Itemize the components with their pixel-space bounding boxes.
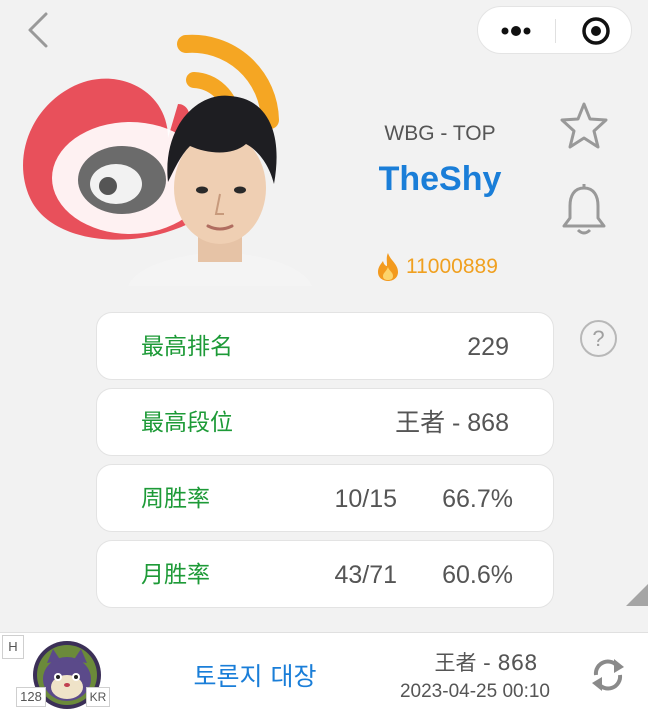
star-icon <box>560 102 608 149</box>
close-button[interactable] <box>556 7 633 55</box>
stat-label: 最高段位 <box>141 410 233 436</box>
account-bar[interactable]: H 128 KR 토론지 대장 王者 - 868 2023-04-25 00:1… <box>0 632 648 720</box>
more-button[interactable] <box>478 7 555 55</box>
stat-rate: 60.6% <box>442 561 513 589</box>
level-badge: 128 <box>16 687 46 707</box>
summoner-name[interactable]: 토론지 대장 <box>160 633 350 720</box>
heat-score: 11000889 <box>376 250 498 284</box>
refresh-icon <box>592 659 624 691</box>
player-photo <box>128 86 312 286</box>
account-updated: 2023-04-25 00:10 <box>399 681 550 702</box>
region-badge: KR <box>86 687 110 707</box>
server-badge: H <box>2 635 24 659</box>
stat-record: 43/71 <box>334 561 397 589</box>
fire-icon <box>378 253 398 281</box>
account-rank: 王者 - 868 <box>434 651 538 675</box>
stat-label: 最高排名 <box>141 334 233 360</box>
stat-label: 周胜率 <box>141 486 210 512</box>
stat-value: 王者 - 868 <box>395 409 509 437</box>
notify-button[interactable] <box>560 182 608 238</box>
team-position: WBG - TOP <box>384 122 496 145</box>
stat-card-monthly-winrate: 月胜率 43/71 60.6% <box>96 540 554 608</box>
favorite-button[interactable] <box>558 100 610 152</box>
help-button[interactable]: ? <box>580 320 617 357</box>
bell-icon <box>562 184 606 235</box>
player-name: TheShy <box>378 160 502 198</box>
more-dots-icon <box>501 26 531 36</box>
resize-corner-icon <box>626 584 648 606</box>
mini-program-capsule <box>477 6 632 54</box>
stat-card-peak-rank: 最高排名 229 <box>96 312 554 380</box>
stat-card-weekly-winrate: 周胜率 10/15 66.7% <box>96 464 554 532</box>
stat-value: 229 <box>467 333 509 361</box>
heat-value: 11000889 <box>406 255 498 278</box>
stat-card-peak-tier: 最高段位 王者 - 868 <box>96 388 554 456</box>
stat-record: 10/15 <box>334 485 397 513</box>
target-close-icon <box>582 17 610 45</box>
stat-rate: 66.7% <box>442 485 513 513</box>
stat-label: 月胜率 <box>141 562 210 588</box>
refresh-button[interactable] <box>588 653 628 697</box>
